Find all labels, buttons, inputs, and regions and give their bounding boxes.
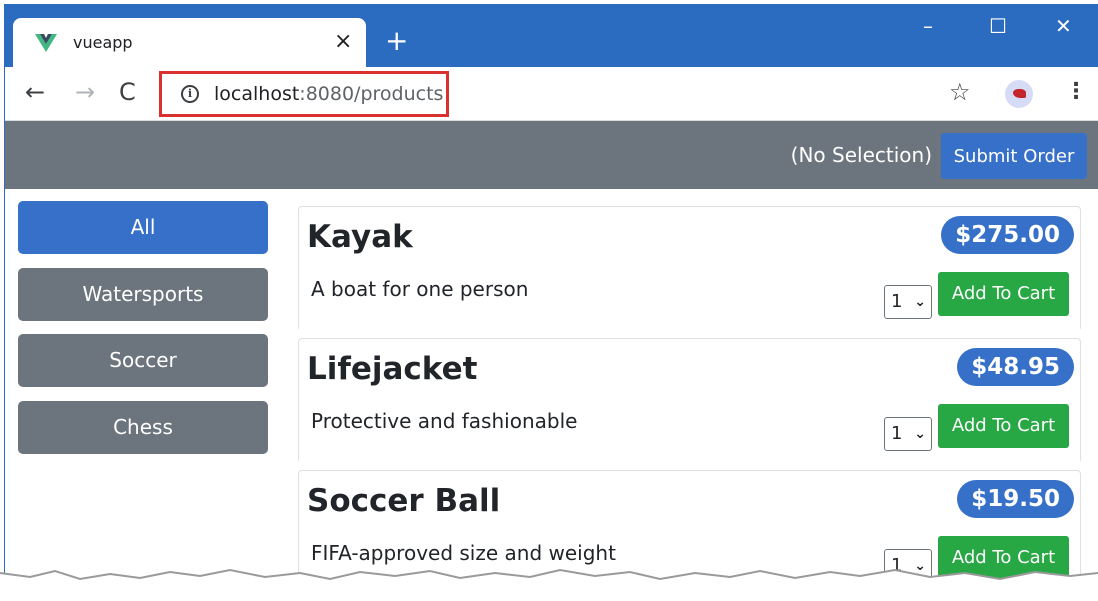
new-tab-icon[interactable]: +	[385, 26, 408, 56]
category-chess-button[interactable]: Chess	[18, 401, 268, 454]
product-description: A boat for one person	[311, 277, 529, 301]
tab-title: vueapp	[73, 33, 133, 52]
quantity-select[interactable]: 1 ⌄	[884, 285, 932, 319]
minimize-icon[interactable]: –	[923, 14, 933, 38]
category-all-button[interactable]: All	[18, 201, 268, 254]
selection-status: (No Selection)	[790, 143, 932, 167]
back-arrow-icon[interactable]: ←	[25, 79, 45, 105]
product-description: Protective and fashionable	[311, 409, 578, 433]
star-icon[interactable]: ☆	[949, 78, 971, 106]
chevron-down-icon: ⌄	[914, 294, 926, 310]
price-badge: $48.95	[957, 348, 1074, 386]
browser-toolbar: ← → C i localhost:8080/products ☆ ⋮	[5, 67, 1098, 121]
add-to-cart-button[interactable]: Add To Cart	[938, 404, 1069, 448]
browser-window: vueapp × + – ☐ ✕ ← → C i localhost:8080/…	[4, 4, 1098, 601]
product-name: Soccer Ball	[307, 483, 501, 519]
url-text: localhost:8080/products	[214, 83, 443, 105]
close-tab-icon[interactable]: ×	[334, 29, 352, 54]
quantity-select[interactable]: 1 ⌄	[884, 417, 932, 451]
reload-icon[interactable]: C	[119, 79, 136, 105]
submit-order-button[interactable]: Submit Order	[941, 133, 1087, 179]
add-to-cart-button[interactable]: Add To Cart	[938, 272, 1069, 316]
maximize-icon[interactable]: ☐	[989, 14, 1007, 38]
title-bar: vueapp × + – ☐ ✕	[5, 4, 1098, 68]
price-badge: $275.00	[941, 216, 1074, 254]
vue-logo-icon	[35, 34, 57, 52]
quantity-value: 1	[891, 423, 903, 444]
browser-tab[interactable]: vueapp ×	[13, 18, 366, 68]
product-name: Kayak	[307, 219, 413, 255]
product-card: Lifejacket $48.95 Protective and fashion…	[298, 338, 1081, 463]
product-body: Protective and fashionable 1 ⌄ Add To Car…	[299, 399, 1080, 463]
torn-edge-decoration	[0, 568, 1098, 601]
category-soccer-button[interactable]: Soccer	[18, 334, 268, 387]
chevron-down-icon: ⌄	[914, 426, 926, 442]
app-header: (No Selection) Submit Order	[5, 121, 1098, 189]
quantity-value: 1	[891, 291, 903, 312]
price-badge: $19.50	[957, 480, 1074, 518]
url-path: :8080/products	[299, 83, 444, 105]
product-body: A boat for one person 1 ⌄ Add To Cart	[299, 267, 1080, 331]
product-name: Lifejacket	[307, 351, 478, 387]
close-window-icon[interactable]: ✕	[1055, 14, 1072, 38]
product-card: Kayak $275.00 A boat for one person 1 ⌄ A…	[298, 206, 1081, 331]
address-bar[interactable]: i localhost:8080/products	[159, 71, 449, 117]
forward-arrow-icon[interactable]: →	[75, 79, 95, 105]
profile-avatar-icon[interactable]	[1005, 80, 1033, 108]
kebab-menu-icon[interactable]: ⋮	[1065, 79, 1087, 104]
url-host: localhost	[214, 83, 300, 105]
category-watersports-button[interactable]: Watersports	[18, 268, 268, 321]
info-icon[interactable]: i	[181, 85, 199, 103]
